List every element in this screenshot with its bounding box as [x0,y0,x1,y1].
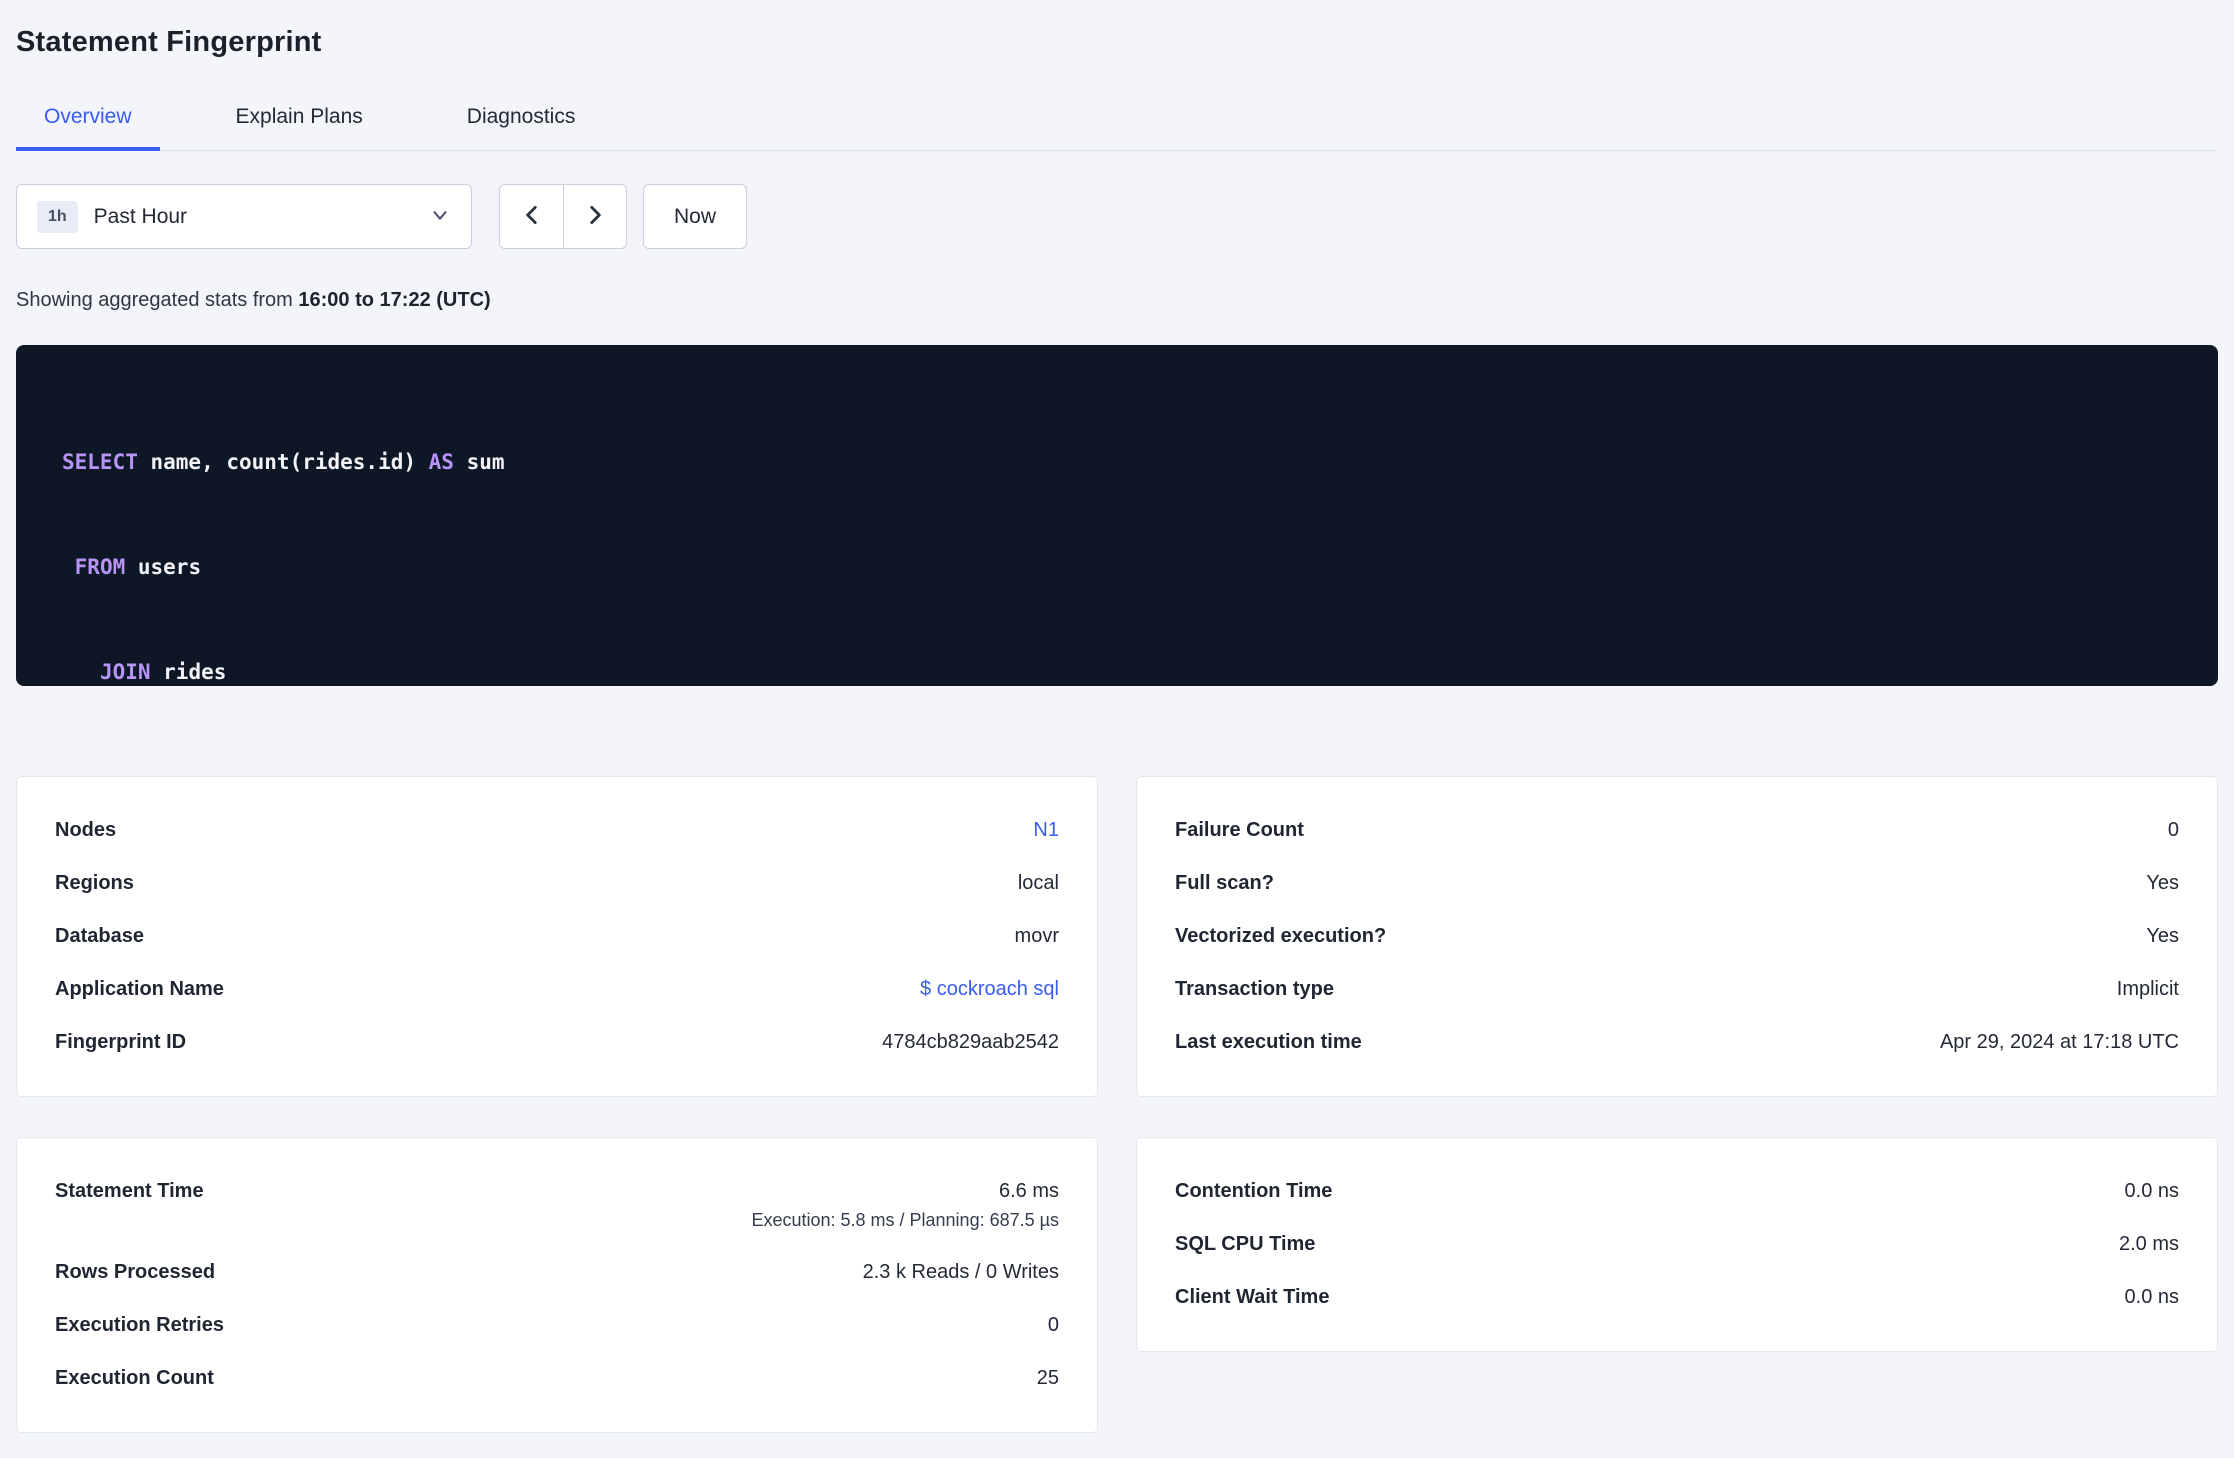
rows-processed-value: 2.3 k Reads / 0 Writes [862,1261,1059,1283]
chevron-left-icon [519,202,545,231]
aggregated-stats-caption: Showing aggregated stats from 16:00 to 1… [16,289,2218,312]
failure-count-value: 0 [2167,819,2179,841]
row-client-wait-time: Client Wait Time 0.0 ns [1175,1271,2179,1324]
row-regions: Regions local [55,857,1059,910]
sql-statement-box: SELECT name, count(rides.id) AS sum FROM… [16,345,2218,686]
last-execution-time-value: Apr 29, 2024 at 17:18 UTC [1939,1031,2179,1053]
statement-fingerprint-page: Statement Fingerprint Overview Explain P… [0,0,2234,1433]
row-label: Regions [55,872,134,894]
next-interval-button[interactable] [563,185,626,248]
caption-time-range: 16:00 to 17:22 (UTC) [298,289,491,311]
row-label: Fingerprint ID [55,1031,187,1053]
row-label: SQL CPU Time [1175,1233,1316,1255]
row-label: Failure Count [1175,819,1304,841]
database-value: movr [1014,925,1059,947]
time-range-label: Past Hour [93,204,188,228]
tab-explain-plans[interactable]: Explain Plans [208,89,391,151]
tab-bar: Overview Explain Plans Diagnostics [16,89,2218,151]
sql-line: FROM users [74,555,202,579]
full-scan-value: Yes [2146,872,2179,894]
statement-timing-card: Statement Time 6.6 ms Execution: 5.8 ms … [16,1137,1098,1433]
statement-time-value: 6.6 ms [998,1180,1059,1202]
row-label: Transaction type [1175,978,1334,1000]
interval-badge: 1h [37,200,78,233]
row-transaction-type: Transaction type Implicit [1175,963,2179,1016]
chevron-down-icon [429,204,451,229]
summary-cards-grid: Nodes N1 Regions local Database movr App… [16,776,2218,1433]
row-execution-retries: Execution Retries 0 [55,1299,1059,1352]
row-nodes: Nodes N1 [55,804,1059,857]
contention-time-value: 0.0 ns [2124,1180,2179,1202]
prev-interval-button[interactable] [500,185,563,248]
sql-line: JOIN rides [99,660,227,684]
row-contention-time: Contention Time 0.0 ns [1175,1165,2179,1218]
statement-details-card: Nodes N1 Regions local Database movr App… [16,776,1098,1097]
row-fingerprint-id: Fingerprint ID 4784cb829aab2542 [55,1016,1059,1069]
row-label: Vectorized execution? [1175,925,1387,947]
time-controls: 1h Past Hour Now [16,184,2218,249]
execution-count-value: 25 [1036,1367,1059,1389]
page-title: Statement Fingerprint [16,26,322,58]
row-statement-time: Statement Time 6.6 ms Execution: 5.8 ms … [55,1165,1059,1246]
row-label: Client Wait Time [1175,1286,1330,1308]
row-label: Database [55,925,144,947]
row-application-name: Application Name $ cockroach sql [55,963,1059,1016]
row-rows-processed: Rows Processed 2.3 k Reads / 0 Writes [55,1246,1059,1299]
interval-arrow-group [499,184,627,249]
nodes-value-link[interactable]: N1 [1033,819,1059,842]
transaction-type-value: Implicit [2116,978,2179,1000]
row-label: Application Name [55,978,224,1000]
regions-value: local [1017,872,1059,894]
row-database: Database movr [55,910,1059,963]
row-vectorized-execution: Vectorized execution? Yes [1175,910,2179,963]
row-label: Contention Time [1175,1180,1333,1202]
sql-line: SELECT name, count(rides.id) AS sum [62,450,505,474]
now-button[interactable]: Now [643,184,748,249]
row-label: Statement Time [55,1180,204,1202]
time-range-dropdown[interactable]: 1h Past Hour [16,184,472,249]
fingerprint-id-value: 4784cb829aab2542 [882,1031,1059,1053]
row-label: Rows Processed [55,1261,216,1283]
application-name-link[interactable]: $ cockroach sql [920,978,1059,1001]
row-label: Full scan? [1175,872,1274,894]
tab-overview[interactable]: Overview [16,89,160,151]
chevron-right-icon [582,202,608,231]
row-label: Last execution time [1175,1031,1362,1053]
row-label: Execution Count [55,1367,214,1389]
row-sql-cpu-time: SQL CPU Time 2.0 ms [1175,1218,2179,1271]
vectorized-execution-value: Yes [2146,925,2179,947]
caption-prefix: Showing aggregated stats from [16,289,299,311]
row-failure-count: Failure Count 0 [1175,804,2179,857]
statement-time-values: 6.6 ms Execution: 5.8 ms / Planning: 687… [751,1180,1059,1231]
client-wait-time-value: 0.0 ns [2124,1286,2179,1308]
statement-time-breakdown: Execution: 5.8 ms / Planning: 687.5 µs [751,1210,1059,1230]
row-label: Execution Retries [55,1314,224,1336]
execution-attributes-card: Failure Count 0 Full scan? Yes Vectorize… [1136,776,2218,1097]
row-label: Nodes [55,819,117,841]
wait-time-card: Contention Time 0.0 ns SQL CPU Time 2.0 … [1136,1137,2218,1352]
tab-diagnostics[interactable]: Diagnostics [439,89,604,151]
row-last-execution-time: Last execution time Apr 29, 2024 at 17:1… [1175,1016,2179,1069]
row-full-scan: Full scan? Yes [1175,857,2179,910]
sql-cpu-time-value: 2.0 ms [2118,1233,2179,1255]
row-execution-count: Execution Count 25 [55,1352,1059,1405]
execution-retries-value: 0 [1047,1314,1059,1336]
